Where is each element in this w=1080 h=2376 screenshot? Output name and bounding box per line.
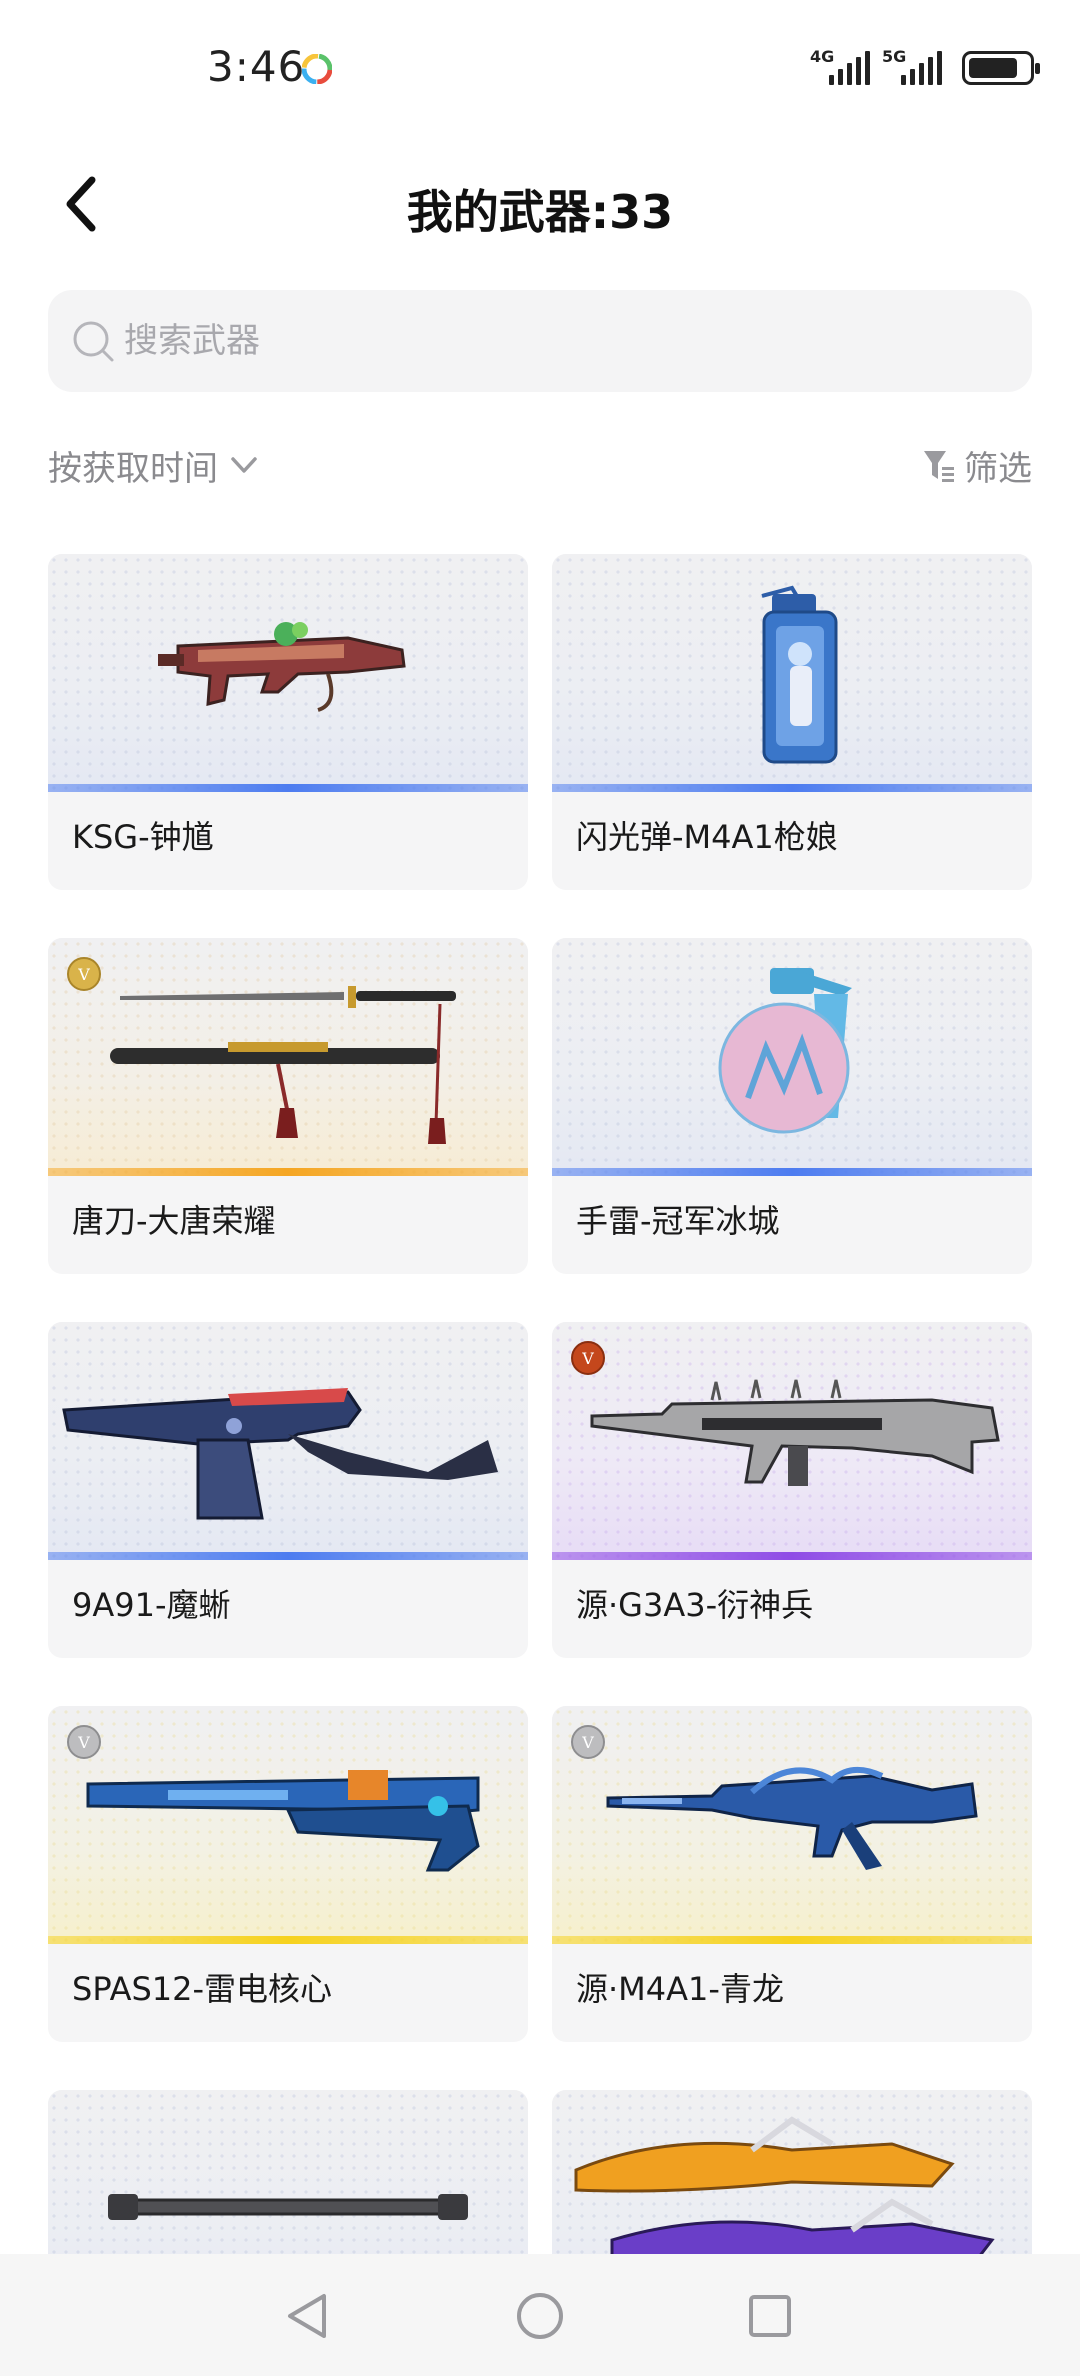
filter-button[interactable]: 筛选	[922, 440, 1032, 490]
search-input[interactable]	[124, 290, 1004, 392]
status-indicators: 4G 5G	[810, 48, 1040, 88]
rarity-bar	[552, 1168, 1032, 1176]
svg-text:V: V	[77, 1733, 90, 1752]
weapon-name: 9A91-魔蜥	[72, 1586, 231, 1624]
filter-funnel-icon	[924, 451, 954, 482]
weapon-card[interactable]: V 源·G3A3-衍神兵	[552, 1322, 1032, 1658]
rarity-bar	[552, 784, 1032, 792]
sort-label: 按获取时间	[48, 448, 218, 489]
search-icon	[73, 321, 114, 362]
weapon-name: 源·G3A3-衍神兵	[576, 1586, 814, 1624]
svg-text:V: V	[581, 1349, 594, 1368]
weapon-card[interactable]: V 唐刀-大唐荣耀	[48, 938, 528, 1274]
weapon-card[interactable]: V 源·M4A1-青龙	[552, 1706, 1032, 2042]
weapon-image	[158, 622, 406, 712]
v-badge-icon: V	[571, 1341, 605, 1375]
nav-home-icon[interactable]	[512, 2288, 568, 2344]
weapon-image	[606, 1767, 978, 1870]
weapon-card[interactable]: 闪光弹-M4A1枪娘	[552, 554, 1032, 890]
system-nav-bar	[0, 2254, 1080, 2376]
weapon-name: KSG-钟馗	[72, 818, 214, 856]
rarity-bar	[552, 1936, 1032, 1944]
weapon-image	[110, 986, 456, 1144]
weapon-image	[574, 2116, 995, 2254]
sort-dropdown[interactable]: 按获取时间	[48, 440, 260, 490]
status-time: 3:46	[207, 42, 306, 91]
filter-label: 筛选	[964, 448, 1032, 489]
weapon-image	[718, 968, 852, 1134]
weapon-card[interactable]: KSG-钟馗	[48, 554, 528, 890]
weapon-image	[86, 1770, 480, 1872]
weapon-name: 闪光弹-M4A1枪娘	[576, 818, 838, 856]
weapon-card[interactable]: V SPAS12-雷电核心	[48, 1706, 528, 2042]
v-badge-icon: V	[67, 957, 101, 991]
weapon-name: 手雷-冠军冰城	[576, 1202, 780, 1240]
rarity-bar	[48, 1936, 528, 1944]
status-bar: 3:46 4G 5G	[0, 0, 1080, 140]
rarity-bar	[48, 1552, 528, 1560]
v-badge-icon: V	[571, 1725, 605, 1759]
weapon-grid: KSG-钟馗 闪光弹-M4A1枪娘 V 唐刀-大唐荣耀 手雷-冠军冰城 9A91…	[48, 554, 1032, 2254]
weapon-image	[590, 1379, 1000, 1486]
weapon-image	[62, 1388, 498, 1520]
signal-5g-icon: 5G	[882, 49, 942, 87]
nav-back-icon[interactable]	[280, 2288, 336, 2344]
weapon-name: 唐刀-大唐荣耀	[72, 1202, 276, 1240]
weapon-card[interactable]: 手雷-冠军冰城	[552, 938, 1032, 1274]
weapon-card[interactable]	[48, 2090, 528, 2254]
page-header: 我的武器:33	[0, 150, 1080, 260]
weapon-image	[108, 2194, 468, 2220]
v-badge-icon: V	[67, 1725, 101, 1759]
signal-4g-icon: 4G	[810, 49, 870, 87]
chevron-down-icon	[231, 457, 257, 473]
battery-icon	[962, 51, 1040, 85]
weapon-card[interactable]	[552, 2090, 1032, 2254]
svg-text:V: V	[581, 1733, 594, 1752]
weapon-card[interactable]: 9A91-魔蜥	[48, 1322, 528, 1658]
app-notification-icon	[302, 54, 332, 84]
weapon-name: SPAS12-雷电核心	[72, 1970, 333, 2008]
search-bar[interactable]	[48, 290, 1032, 392]
rarity-bar	[48, 784, 528, 792]
rarity-bar	[552, 1552, 1032, 1560]
svg-text:V: V	[77, 965, 90, 984]
weapon-image	[761, 585, 838, 764]
weapon-name: 源·M4A1-青龙	[576, 1970, 784, 2008]
rarity-bar	[48, 1168, 528, 1176]
page-title: 我的武器:33	[406, 185, 674, 239]
nav-recents-icon[interactable]	[742, 2288, 798, 2344]
